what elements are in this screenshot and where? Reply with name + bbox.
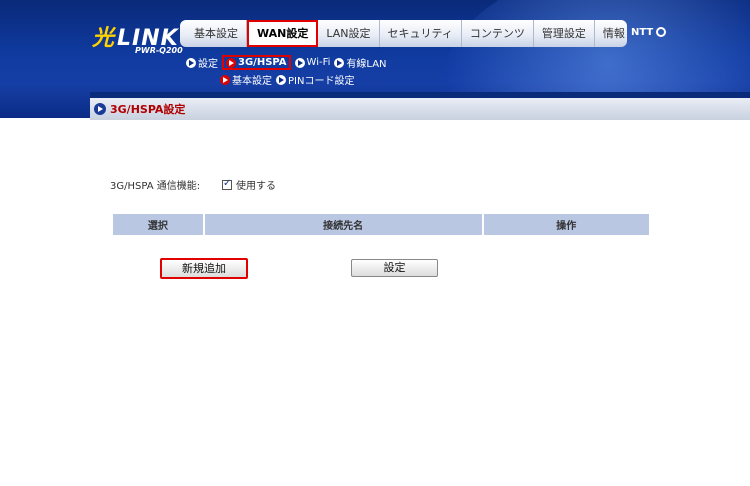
sub-nav-wifi[interactable]: Wi-Fi <box>294 57 331 68</box>
sub-nav2-basic[interactable]: 基本設定 <box>220 72 272 87</box>
connection-table: 選択 接続先名 操作 <box>111 214 651 235</box>
main-nav-info[interactable]: 情報 <box>595 20 633 47</box>
sub-nav-2: 基本設定 PINコード設定 <box>220 72 358 87</box>
arrow-icon <box>334 57 345 68</box>
title-arrow-icon <box>94 103 106 115</box>
sub-nav-settings[interactable]: 設定 <box>186 55 218 70</box>
arrow-icon <box>226 57 236 68</box>
arrow-icon <box>294 57 305 68</box>
sub-nav2-pin[interactable]: PINコード設定 <box>276 72 354 87</box>
sub-nav-label: 設定 <box>198 59 218 70</box>
model-name: PWR-Q200 <box>135 46 183 55</box>
sub-nav2-label: PINコード設定 <box>288 76 355 87</box>
main-nav-admin[interactable]: 管理設定 <box>534 20 595 47</box>
checkbox-label: 使用する <box>236 181 276 192</box>
main-nav-lan[interactable]: LAN設定 <box>318 20 380 47</box>
main-nav: 基本設定 WAN設定 LAN設定 セキュリティ コンテンツ 管理設定 情報 <box>180 20 627 47</box>
col-select: 選択 <box>113 214 203 235</box>
ntt-logo: NTT <box>631 27 667 38</box>
sub-nav-label: 3G/HSPA <box>238 57 287 68</box>
main-nav-basic[interactable]: 基本設定 <box>186 20 247 47</box>
arrow-icon <box>276 74 286 85</box>
page-title-bar: 3G/HSPA設定 <box>90 98 750 120</box>
sub-nav-label: Wi-Fi <box>306 57 331 68</box>
main-nav-contents[interactable]: コンテンツ <box>462 20 534 47</box>
use-checkbox[interactable] <box>222 178 232 190</box>
logo-mark: 光 <box>92 26 116 51</box>
form-label: 3G/HSPA 通信機能: <box>110 181 201 192</box>
arrow-icon <box>186 57 196 68</box>
new-add-button[interactable]: 新規追加 <box>160 258 248 279</box>
settings-button[interactable]: 設定 <box>351 259 438 277</box>
main-nav-wan[interactable]: WAN設定 <box>247 20 319 47</box>
ntt-ring-icon <box>656 27 667 37</box>
arrow-icon <box>220 74 230 85</box>
sub-nav-3g-hspa[interactable]: 3G/HSPA <box>222 55 291 70</box>
sub-nav: 設定 3G/HSPA Wi-Fi 有線LAN <box>186 55 391 70</box>
form-row-3g: 3G/HSPA 通信機能: 使用する <box>110 177 276 193</box>
col-connection-name: 接続先名 <box>204 214 482 235</box>
main-nav-security[interactable]: セキュリティ <box>380 20 462 47</box>
page-title: 3G/HSPA設定 <box>110 103 186 116</box>
sub-nav2-label: 基本設定 <box>232 76 272 87</box>
sub-nav-wired-lan[interactable]: 有線LAN <box>334 55 387 70</box>
sub-nav-label: 有線LAN <box>346 59 387 70</box>
ntt-text: NTT <box>631 27 654 38</box>
col-operation: 操作 <box>483 214 649 235</box>
table-header-row: 選択 接続先名 操作 <box>113 214 649 235</box>
